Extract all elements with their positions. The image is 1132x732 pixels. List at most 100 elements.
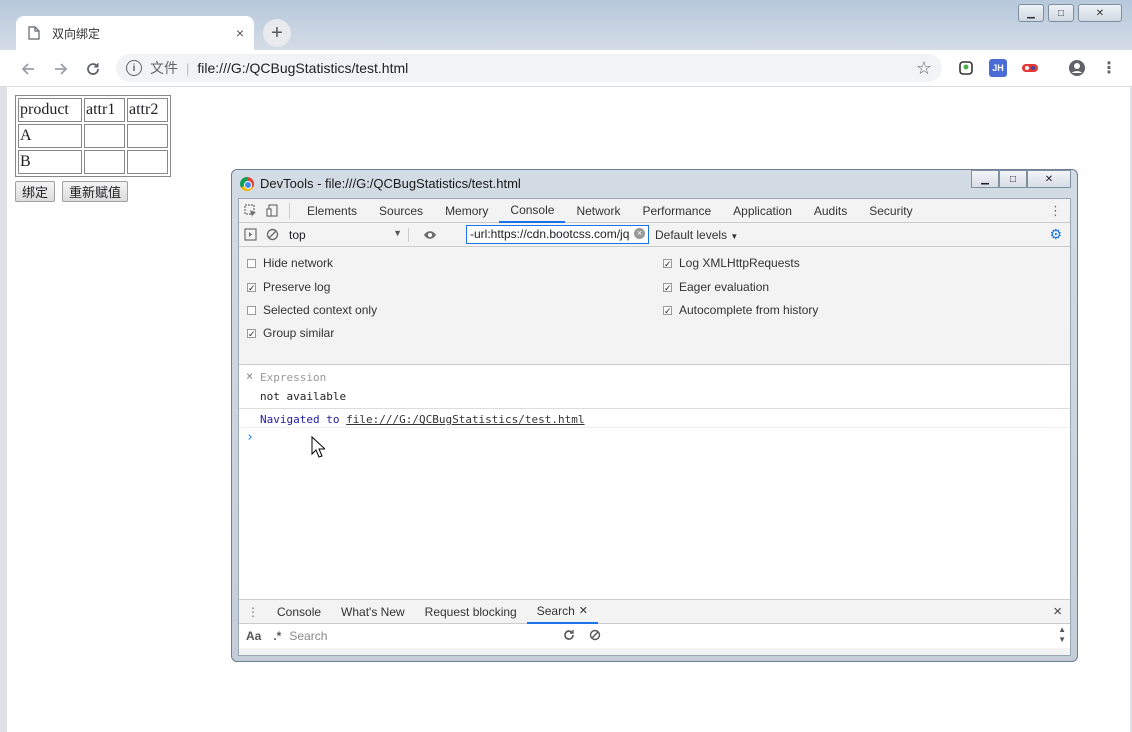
close-drawer-icon[interactable]: ×	[1053, 603, 1062, 620]
console-settings-pane: Hide network ✓ Preserve log Selected con…	[239, 247, 1070, 365]
tab-sources[interactable]: Sources	[368, 199, 434, 223]
info-icon[interactable]: i	[126, 60, 142, 76]
match-case-toggle[interactable]: Aa	[246, 629, 261, 643]
tab-network[interactable]: Network	[565, 199, 631, 223]
title-bar: ▁ □ ✕ 双向绑定 × +	[0, 0, 1132, 50]
expression-input[interactable]: Expression	[260, 371, 326, 384]
option-log-xmlhttprequests[interactable]: ✓ Log XMLHttpRequests	[663, 256, 800, 270]
drawer-tab-label: Search	[536, 603, 575, 618]
devtools-menu-icon[interactable]: ⋮	[1049, 203, 1062, 219]
tab-application[interactable]: Application	[722, 199, 803, 223]
option-group-similar[interactable]: ✓ Group similar	[247, 326, 334, 340]
option-autocomplete-history[interactable]: ✓ Autocomplete from history	[663, 303, 818, 317]
devtools-window: DevTools - file:///G:/QCBugStatistics/te…	[231, 169, 1078, 662]
option-label: Group similar	[263, 326, 335, 340]
search-toolbar: Aa .* Search ▲ ▼	[239, 624, 1070, 648]
maximize-button[interactable]: □	[1048, 4, 1074, 22]
forward-arrow-icon[interactable]	[49, 57, 73, 81]
bind-button[interactable]: 绑定	[15, 181, 56, 202]
close-tab-icon[interactable]: ✕	[579, 604, 588, 617]
header-cell-attr2: attr2	[127, 98, 168, 122]
option-preserve-log[interactable]: ✓ Preserve log	[247, 280, 330, 294]
expression-value: not available	[260, 390, 347, 403]
option-label: Log XMLHttpRequests	[679, 256, 800, 270]
checkbox-checked[interactable]: ✓	[663, 305, 672, 315]
remove-expression-icon[interactable]: ×	[246, 369, 253, 383]
reassign-button[interactable]: 重新赋值	[62, 181, 129, 202]
device-toolbar-icon[interactable]	[261, 200, 283, 222]
navigated-label: Navigated to	[260, 413, 340, 426]
option-selected-context-only[interactable]: Selected context only	[247, 303, 377, 317]
address-bar[interactable]: i 文件 | file:///G:/QCBugStatistics/test.h…	[116, 54, 942, 82]
option-eager-evaluation[interactable]: ✓ Eager evaluation	[663, 280, 769, 294]
checkbox-checked[interactable]: ✓	[663, 258, 672, 268]
minimize-button[interactable]: ▁	[1018, 4, 1044, 22]
context-selector[interactable]: top ▼	[289, 227, 409, 242]
log-levels-dropdown[interactable]: Default levels ▼	[655, 228, 738, 242]
tab-audits[interactable]: Audits	[803, 199, 858, 223]
back-arrow-icon[interactable]	[16, 57, 40, 81]
chevron-down-icon: ▼	[393, 227, 402, 238]
drawer-tab-request-blocking[interactable]: Request blocking	[415, 600, 527, 624]
omnibox-separator: |	[186, 60, 190, 76]
tab-security[interactable]: Security	[858, 199, 923, 223]
drawer-tab-console[interactable]: Console	[267, 600, 331, 624]
tab-memory[interactable]: Memory	[434, 199, 499, 223]
extension-red-icon[interactable]	[1021, 59, 1039, 77]
profile-avatar-icon[interactable]	[1068, 59, 1086, 77]
chevron-down-icon: ▼	[730, 232, 739, 241]
devtools-close-button[interactable]: ✕	[1027, 170, 1071, 188]
extension-jh-icon[interactable]: JH	[989, 59, 1007, 77]
drawer-tab-search[interactable]: Search ✕	[526, 600, 598, 624]
tab-performance[interactable]: Performance	[631, 199, 722, 223]
reload-icon[interactable]	[81, 57, 105, 81]
tab-close-icon[interactable]: ×	[236, 25, 244, 41]
devtools-drawer: ⋮ Console What's New Request blocking Se…	[239, 599, 1070, 655]
chrome-logo-icon	[240, 177, 254, 191]
devtools-minimize-button[interactable]: ▁	[971, 170, 999, 188]
url-text[interactable]: file:///G:/QCBugStatistics/test.html	[197, 60, 408, 76]
table-cell-product: A	[18, 124, 82, 148]
console-filter-input[interactable]: -url:https://cdn.bootcss.com/jq ×	[466, 225, 649, 244]
extension-green-icon[interactable]	[957, 59, 975, 77]
devtools-window-controls: ▁ □ ✕	[971, 170, 1071, 188]
bookmark-star-icon[interactable]: ☆	[916, 58, 932, 79]
menu-kebab-icon[interactable]: ⋮	[1100, 59, 1118, 77]
tab-elements[interactable]: Elements	[296, 199, 368, 223]
window-controls: ▁ □ ✕	[1018, 4, 1122, 22]
drawer-tab-whats-new[interactable]: What's New	[331, 600, 415, 624]
checkbox-checked[interactable]: ✓	[247, 328, 256, 338]
new-tab-button[interactable]: +	[263, 19, 291, 47]
navigated-link[interactable]: file:///G:/QCBugStatistics/test.html	[346, 413, 584, 426]
regex-toggle[interactable]: .*	[273, 629, 281, 643]
tab-console[interactable]: Console	[499, 199, 566, 223]
clear-search-icon[interactable]	[589, 629, 601, 644]
scroll-arrows-icon[interactable]: ▲ ▼	[1058, 625, 1066, 645]
tab-title: 双向绑定	[52, 26, 101, 41]
clear-console-icon[interactable]	[261, 228, 283, 241]
table-row: B	[18, 150, 168, 174]
data-table: product attr1 attr2 A B	[15, 95, 171, 177]
checkbox-checked[interactable]: ✓	[663, 282, 672, 292]
devtools-title: DevTools - file:///G:/QCBugStatistics/te…	[260, 176, 521, 191]
checkbox[interactable]	[247, 258, 256, 268]
drawer-menu-icon[interactable]: ⋮	[239, 605, 267, 619]
sidebar-toggle-icon[interactable]	[239, 228, 261, 241]
clear-filter-icon[interactable]: ×	[634, 228, 645, 239]
log-levels-label: Default levels	[655, 228, 728, 242]
close-window-button[interactable]: ✕	[1078, 4, 1122, 22]
browser-tab[interactable]: 双向绑定 ×	[16, 16, 254, 50]
refresh-icon[interactable]	[563, 629, 575, 644]
devtools-maximize-button[interactable]: □	[999, 170, 1027, 188]
console-prompt[interactable]: ›	[239, 428, 1070, 446]
search-input[interactable]: Search	[289, 629, 559, 643]
drawer-tabbar: ⋮ Console What's New Request blocking Se…	[239, 600, 1070, 624]
console-output: Navigated to file:///G:/QCBugStatistics/…	[239, 409, 1070, 446]
live-expression-eye-icon[interactable]	[419, 230, 441, 240]
option-hide-network[interactable]: Hide network	[247, 256, 333, 270]
checkbox-checked[interactable]: ✓	[247, 282, 256, 292]
inspect-element-icon[interactable]	[239, 200, 261, 222]
tab-divider	[289, 202, 290, 219]
console-settings-gear-icon[interactable]: ⚙	[1049, 226, 1062, 243]
checkbox[interactable]	[247, 305, 256, 315]
